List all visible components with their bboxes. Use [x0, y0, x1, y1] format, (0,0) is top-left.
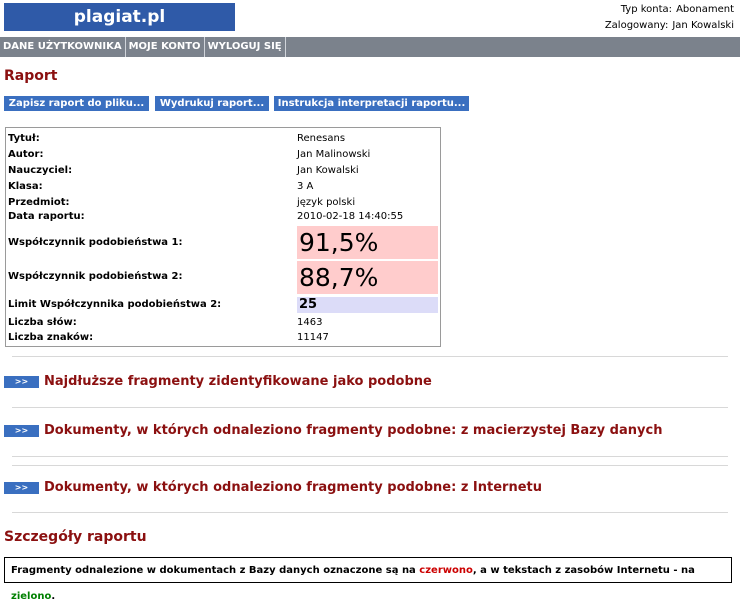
teacher-label: Nauczyciel: [8, 165, 73, 176]
print-report-button[interactable]: Wydrukuj raport... [155, 96, 269, 111]
report-date-label: Data raportu: [8, 211, 85, 222]
nav-logout[interactable]: WYLOGUJ SIĘ [205, 37, 286, 57]
limit-value: 25 [297, 297, 438, 313]
home-db-title[interactable]: Dokumenty, w których odnaleziono fragmen… [44, 421, 662, 441]
account-type-label: Typ konta: [620, 4, 673, 15]
page-title: Raport [4, 68, 58, 84]
expand-internet-button[interactable]: >> [4, 482, 39, 494]
logged-user-value: Jan Kowalski [672, 20, 734, 31]
coef1-value: 91,5% [297, 226, 438, 259]
divider [12, 456, 728, 457]
author-label: Autor: [8, 149, 44, 160]
legend-red-word: czerwono [419, 565, 473, 576]
title-label: Tytuł: [8, 133, 40, 144]
words-value: 1463 [297, 317, 323, 328]
divider [12, 356, 728, 357]
divider [12, 407, 728, 408]
chars-label: Liczba znaków: [8, 332, 94, 343]
report-details-title: Szczegóły raportu [4, 529, 147, 545]
legend-text-3: . [51, 591, 56, 602]
divider [12, 512, 728, 513]
chars-value: 11147 [297, 332, 329, 343]
legend-text-1: Fragmenty odnalezione w dokumentach z Ba… [11, 565, 420, 576]
logo[interactable]: plagiat.pl [4, 3, 235, 31]
account-info: Typ konta: Abonament Zalogowany: Jan Kowal… [601, 2, 734, 34]
interpretation-guide-button[interactable]: Instrukcja interpretacji raportu... [274, 96, 469, 111]
subject-label: Przedmiot: [8, 197, 70, 208]
legend-text-2: , a w tekstach z zasobów Internetu - na [472, 565, 695, 576]
nav-bar: DANE UŻYTKOWNIKA MOJE KONTO WYLOGUJ SIĘ [0, 37, 740, 57]
nav-user-data[interactable]: DANE UŻYTKOWNIKA [0, 37, 126, 57]
report-date-value: 2010-02-18 14:40:55 [297, 211, 404, 222]
header: plagiat.pl Typ konta: Abonament Zalogowan… [0, 0, 740, 36]
legend-green-word: zielono [11, 591, 52, 602]
teacher-value: Jan Kowalski [297, 165, 359, 176]
limit-label: Limit Współczynnika podobieństwa 2: [8, 299, 222, 310]
divider [12, 465, 728, 466]
expand-home-db-button[interactable]: >> [4, 425, 39, 437]
account-type-row: Typ konta: Abonament [601, 2, 734, 18]
save-report-button[interactable]: Zapisz raport do pliku... [4, 96, 149, 111]
internet-title[interactable]: Dokumenty, w których odnaleziono fragmen… [44, 478, 542, 498]
logged-user-label: Zalogowany: [604, 20, 669, 31]
logged-user-row: Zalogowany: Jan Kowalski [601, 18, 734, 34]
coef1-label: Współczynnik podobieństwa 1: [8, 237, 183, 248]
color-legend: Fragmenty odnalezione w dokumentach z Ba… [4, 557, 732, 602]
longest-fragments-title[interactable]: Najdłuższe fragmenty zidentyfikowane jak… [44, 372, 432, 392]
expand-longest-button[interactable]: >> [4, 376, 39, 388]
coef2-label: Współczynnik podobieństwa 2: [8, 271, 183, 282]
class-value: 3 A [297, 181, 314, 192]
words-label: Liczba słów: [8, 317, 77, 328]
nav-my-account[interactable]: MOJE KONTO [126, 37, 205, 57]
account-type-value: Abonament [676, 4, 734, 15]
title-value: Renesans [297, 133, 346, 144]
class-label: Klasa: [8, 181, 43, 192]
coef2-value: 88,7% [297, 261, 438, 294]
subject-value: język polski [297, 197, 356, 208]
author-value: Jan Malinowski [297, 149, 371, 160]
report-summary: Tytuł: Renesans Autor: Jan Malinowski Na… [5, 127, 441, 347]
